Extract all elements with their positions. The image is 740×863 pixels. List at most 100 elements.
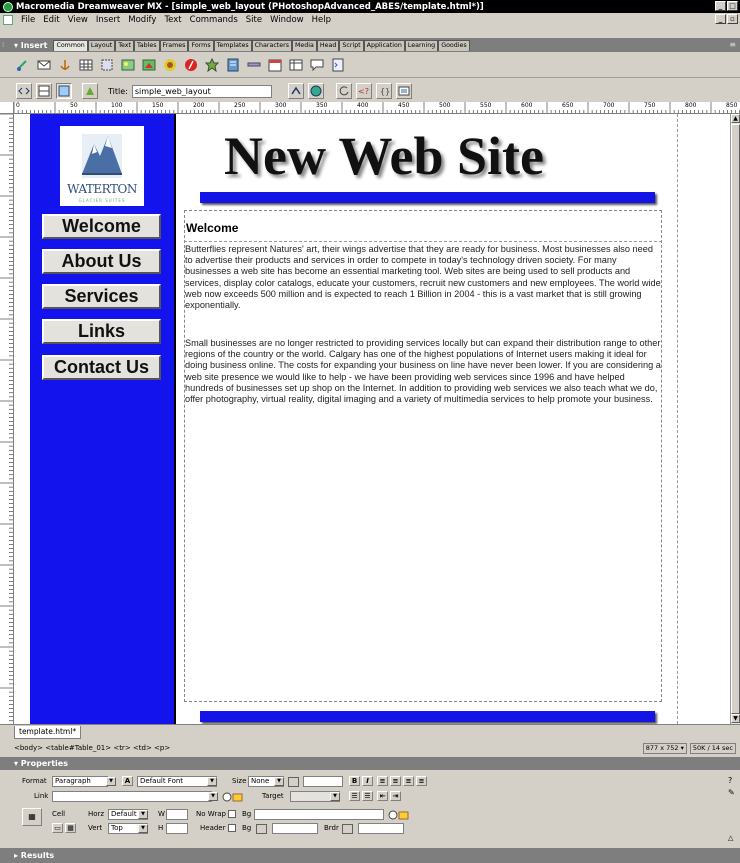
- unordered-list-icon[interactable]: ☰: [349, 791, 360, 801]
- doc-restore-button[interactable]: ▫: [727, 14, 738, 24]
- tag-selector[interactable]: <body> <table#Table_01> <tr> <td> <p>: [14, 744, 170, 752]
- code-view-button[interactable]: [16, 83, 32, 99]
- menu-modify[interactable]: Modify: [124, 15, 160, 25]
- date-icon[interactable]: [268, 58, 282, 72]
- horz-dropdown-icon[interactable]: ▼: [138, 810, 148, 819]
- doc-minimize-button[interactable]: _: [715, 14, 726, 24]
- outdent-icon[interactable]: ⇤: [377, 791, 388, 801]
- bg-image-field[interactable]: [254, 809, 384, 820]
- page-title-input[interactable]: [131, 84, 272, 98]
- target-dropdown-icon[interactable]: ▼: [330, 792, 340, 801]
- merge-cells-icon[interactable]: ▭: [52, 823, 63, 833]
- image-icon[interactable]: [121, 58, 135, 72]
- insert-tab-templates[interactable]: Templates: [213, 39, 252, 51]
- text-color-swatch[interactable]: [288, 777, 299, 787]
- preview-browser-icon[interactable]: [307, 83, 324, 99]
- navigation-bar-icon[interactable]: [205, 57, 219, 72]
- refresh-icon[interactable]: [335, 83, 352, 99]
- border-color-swatch[interactable]: [342, 824, 353, 834]
- insert-tab-script[interactable]: Script: [339, 39, 364, 51]
- insert-tab-common[interactable]: Common: [53, 39, 88, 51]
- email-link-icon[interactable]: [37, 58, 51, 72]
- menu-view[interactable]: View: [64, 15, 92, 25]
- header-checkbox[interactable]: [228, 824, 236, 832]
- insert-tab-goodies[interactable]: Goodies: [438, 39, 470, 51]
- bg-color-field[interactable]: [272, 823, 318, 834]
- insert-tab-application[interactable]: Application: [363, 39, 405, 51]
- menu-insert[interactable]: Insert: [92, 15, 124, 25]
- split-view-button[interactable]: [36, 83, 52, 99]
- insert-tab-layout[interactable]: Layout: [87, 39, 116, 51]
- text-color-field[interactable]: [303, 776, 343, 787]
- insert-tab-text[interactable]: Text: [115, 39, 134, 51]
- nav-services-button[interactable]: Services: [42, 284, 161, 309]
- nav-about-us-button[interactable]: About Us: [42, 249, 161, 274]
- split-cell-icon[interactable]: ▦: [65, 823, 76, 833]
- nav-welcome-button[interactable]: Welcome: [42, 214, 161, 239]
- reference-icon[interactable]: <?>: [355, 83, 372, 99]
- ordered-list-icon[interactable]: ☰: [362, 791, 373, 801]
- insert-tab-characters[interactable]: Characters: [251, 39, 292, 51]
- insert-tab-forms[interactable]: Forms: [188, 39, 214, 51]
- insert-tab-tables[interactable]: Tables: [133, 39, 160, 51]
- file-management-icon[interactable]: [287, 83, 304, 99]
- vertical-scrollbar[interactable]: ▲ ▼: [730, 114, 740, 724]
- nowrap-checkbox[interactable]: [228, 810, 236, 818]
- align-center-icon[interactable]: ≡: [390, 776, 401, 786]
- design-view-canvas[interactable]: WATERTON GLACIER SUITES Welcome About Us…: [14, 114, 730, 724]
- named-anchor-icon[interactable]: [58, 58, 72, 72]
- flash-icon[interactable]: [184, 58, 198, 72]
- menu-text[interactable]: Text: [160, 15, 185, 25]
- link-field[interactable]: [52, 791, 212, 802]
- scroll-thumb[interactable]: [731, 124, 740, 714]
- table-icon[interactable]: [79, 58, 93, 72]
- hyperlink-icon[interactable]: [16, 58, 30, 72]
- font-select[interactable]: Default Font: [137, 776, 217, 787]
- menu-commands[interactable]: Commands: [186, 15, 242, 25]
- insert-bar-label[interactable]: ▾ Insert: [0, 41, 53, 50]
- css-styles-icon[interactable]: A: [122, 776, 133, 786]
- font-dropdown-icon[interactable]: ▼: [207, 777, 217, 786]
- align-left-icon[interactable]: ≡: [377, 776, 388, 786]
- insert-tab-head[interactable]: Head: [316, 39, 340, 51]
- properties-panel-header[interactable]: ▾ Properties: [0, 757, 740, 770]
- bg-color-swatch[interactable]: [256, 824, 267, 834]
- menu-edit[interactable]: Edit: [39, 15, 63, 25]
- tabular-data-icon[interactable]: [289, 58, 303, 72]
- quick-tag-editor-icon[interactable]: ✎: [728, 788, 735, 797]
- rollover-image-icon[interactable]: [142, 58, 156, 72]
- insert-tab-learning[interactable]: Learning: [404, 39, 439, 51]
- format-dropdown-icon[interactable]: ▼: [106, 777, 116, 786]
- collapse-properties-icon[interactable]: △: [728, 834, 733, 842]
- horizontal-rule-icon[interactable]: [247, 58, 261, 72]
- live-data-button[interactable]: [82, 83, 98, 99]
- scroll-up-icon[interactable]: ▲: [731, 114, 740, 123]
- comment-icon[interactable]: [310, 58, 324, 72]
- menu-file[interactable]: File: [17, 15, 39, 25]
- code-navigation-icon[interactable]: {}: [375, 83, 392, 99]
- paragraph-1[interactable]: Butterflies represent Natures' art, thei…: [185, 244, 661, 311]
- width-field[interactable]: [166, 809, 188, 820]
- insert-tab-frames[interactable]: Frames: [159, 39, 189, 51]
- border-color-field[interactable]: [358, 823, 404, 834]
- panel-options-icon[interactable]: ≡: [729, 40, 736, 49]
- format-select[interactable]: Paragraph: [52, 776, 108, 787]
- maximize-button[interactable]: □: [727, 1, 738, 11]
- menu-window[interactable]: Window: [266, 15, 308, 25]
- align-right-icon[interactable]: ≡: [403, 776, 414, 786]
- nav-links-button[interactable]: Links: [42, 319, 161, 344]
- point-to-file-icon[interactable]: [222, 790, 244, 804]
- menu-site[interactable]: Site: [242, 15, 266, 25]
- menu-help[interactable]: Help: [308, 15, 335, 25]
- view-options-icon[interactable]: [395, 83, 412, 99]
- nav-contact-us-button[interactable]: Contact Us: [42, 355, 161, 380]
- fireworks-html-icon[interactable]: [163, 58, 177, 72]
- layer-icon[interactable]: [100, 58, 114, 72]
- window-size-selector[interactable]: 877 x 752 ▾: [642, 743, 687, 754]
- vert-dropdown-icon[interactable]: ▼: [138, 824, 148, 833]
- document-tab[interactable]: template.html*: [14, 726, 82, 739]
- size-dropdown-icon[interactable]: ▼: [274, 777, 284, 786]
- help-icon[interactable]: ?: [728, 776, 732, 785]
- panel-grip-icon[interactable]: ⁞: [2, 41, 4, 49]
- server-side-include-icon[interactable]: [226, 58, 240, 72]
